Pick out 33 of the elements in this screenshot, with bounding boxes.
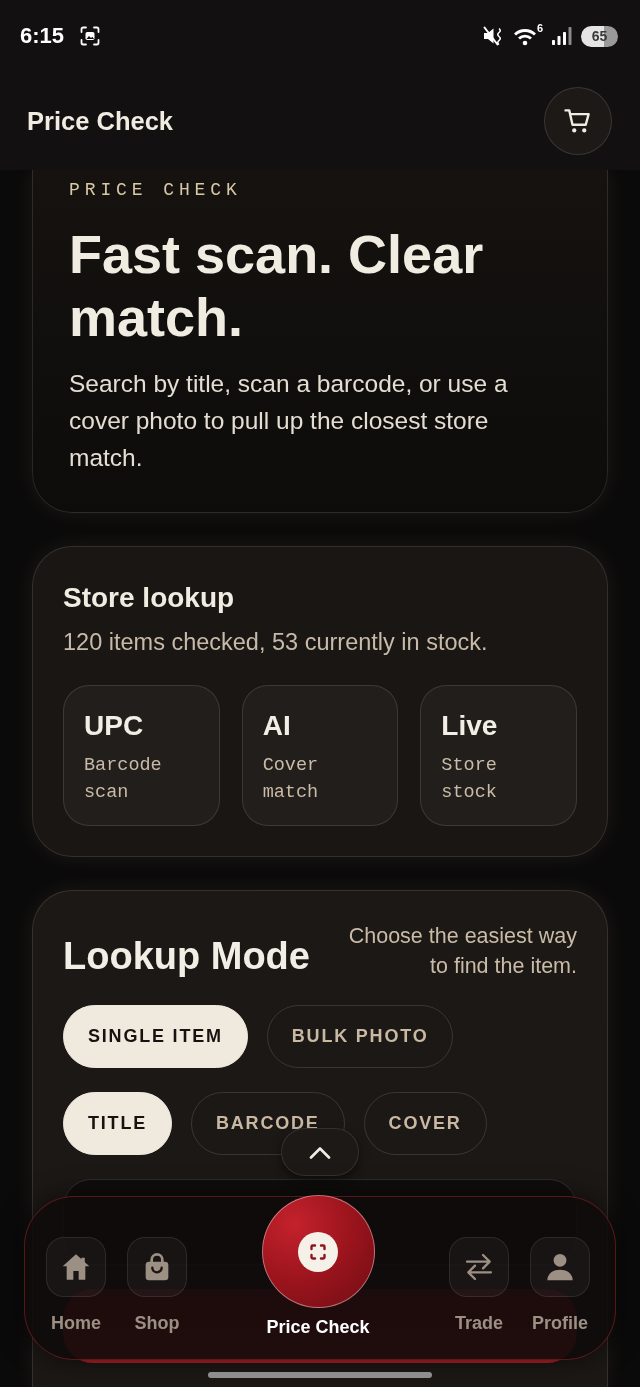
wifi-icon	[512, 26, 537, 46]
feature-label: UPC	[84, 709, 145, 743]
wifi-generation-label: 6	[536, 22, 543, 34]
feature-caption: Cover match	[262, 754, 320, 805]
mode-toggle[interactable]: SINGLE ITEM	[63, 1005, 248, 1068]
section-title: Lookup Mode	[63, 934, 310, 979]
stock-summary: 120 items checked, 53 currently in stock.	[63, 628, 489, 656]
mode-toggle[interactable]: TITLE	[63, 1092, 172, 1155]
eyebrow-label: PRICE CHECK	[69, 179, 243, 201]
battery-indicator: 65	[581, 25, 618, 47]
feature-caption: Store stock	[441, 754, 498, 805]
shopping-bag-icon	[127, 1237, 187, 1297]
nav-item[interactable]: Price Check	[200, 1197, 436, 1338]
swap-arrows-icon	[449, 1237, 509, 1297]
feature-label: Live	[441, 709, 499, 743]
person-icon	[530, 1237, 590, 1297]
hero-description: Search by title, scan a barcode, or use a cover photo to pull up the closest store match.	[69, 369, 509, 473]
scan-icon	[298, 1231, 338, 1272]
nav-item[interactable]: Home	[38, 1197, 114, 1334]
feature-caption: Barcode scan	[84, 754, 163, 805]
section-title: Store lookup	[63, 581, 236, 615]
hero-heading: Fast scan. Clear match.	[69, 223, 485, 349]
clock-time: 6:15	[20, 25, 65, 47]
screenshot-icon	[80, 26, 101, 46]
home-icon	[46, 1237, 106, 1297]
signal-icon	[551, 26, 573, 46]
nav-item[interactable]: Profile	[522, 1197, 598, 1334]
nav-item[interactable]: Shop	[119, 1197, 195, 1334]
mode-hint: Choose the easiest way to find the item.	[347, 923, 577, 980]
page-title: Price Check	[27, 105, 173, 137]
chevron-up-icon	[309, 1145, 331, 1159]
feature-label: AI	[262, 709, 292, 743]
nav-item[interactable]: Trade	[441, 1197, 517, 1334]
